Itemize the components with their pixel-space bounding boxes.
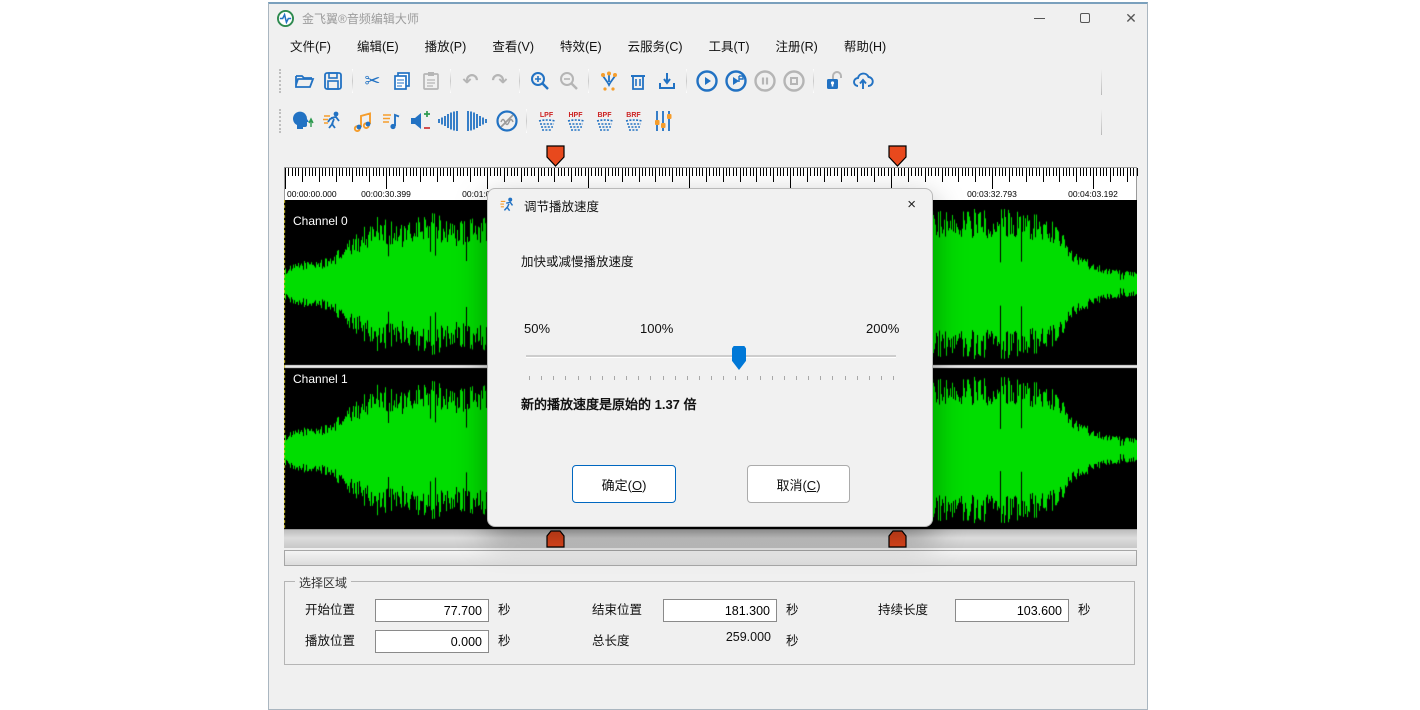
cancel-button[interactable]: 取消(C): [747, 465, 850, 503]
speed-slider-thumb[interactable]: [732, 346, 746, 370]
play-position-unit: 秒: [498, 630, 511, 649]
cloud-upload-icon[interactable]: [849, 68, 876, 95]
noise-reduction-icon[interactable]: [493, 108, 520, 135]
stop-icon[interactable]: [780, 68, 807, 95]
menu-item-0[interactable]: 文件(F): [277, 33, 344, 58]
band-pass-filter-icon[interactable]: BPF: [591, 108, 618, 135]
maximize-button[interactable]: [1077, 10, 1093, 26]
channel-1-label: Channel 1: [293, 372, 348, 386]
channel-0-label: Channel 0: [293, 214, 348, 228]
timeline-label: 00:03:32.793: [967, 189, 1017, 199]
paste-icon[interactable]: [417, 68, 444, 95]
marker-band: [284, 529, 1137, 548]
toolbar-main: ✂ ↶ ↷: [279, 62, 877, 100]
end-position-unit: 秒: [786, 599, 799, 618]
dialog-close-icon[interactable]: ×: [907, 196, 916, 213]
fade-out-icon[interactable]: [464, 108, 491, 135]
menu-item-8[interactable]: 帮助(H): [831, 33, 899, 58]
toolbar-grip: [279, 109, 283, 133]
menu-item-7[interactable]: 注册(R): [762, 33, 830, 58]
menu-bar: 文件(F)编辑(E)播放(P)查看(V)特效(E)云服务(C)工具(T)注册(R…: [277, 34, 899, 56]
total-length-label: 总长度: [592, 630, 630, 649]
fade-in-icon[interactable]: [435, 108, 462, 135]
app-logo-icon: [277, 10, 294, 27]
slider-mid-label: 100%: [640, 321, 673, 336]
timeline-label: 00:04:03.192: [1068, 189, 1118, 199]
band-reject-filter-icon[interactable]: BRF: [620, 108, 647, 135]
pause-icon[interactable]: [751, 68, 778, 95]
selection-start-marker-bottom[interactable]: [546, 530, 565, 548]
dialog-result-text: 新的播放速度是原始的 1.37 倍: [521, 394, 697, 413]
start-position-input[interactable]: [375, 599, 489, 622]
high-pass-filter-icon[interactable]: HPF: [562, 108, 589, 135]
play-position-input[interactable]: [375, 630, 489, 653]
insert-icon[interactable]: [653, 68, 680, 95]
duration-input[interactable]: [955, 599, 1069, 622]
dialog-title: 调节播放速度: [524, 196, 599, 215]
copy-icon[interactable]: [388, 68, 415, 95]
end-position-label: 结束位置: [592, 599, 642, 618]
slider-max-label: 200%: [866, 321, 899, 336]
menu-item-1[interactable]: 编辑(E): [344, 33, 412, 58]
mix-icon[interactable]: [595, 68, 622, 95]
desktop: 金飞翼®音频编辑大师 ✕ 文件(F)编辑(E)播放(P)查看(V)特效(E)云服…: [0, 0, 1420, 710]
lock-icon[interactable]: [820, 68, 847, 95]
window-title: 金飞翼®音频编辑大师: [302, 10, 419, 27]
save-file-icon[interactable]: [319, 68, 346, 95]
low-pass-filter-icon[interactable]: LPF: [533, 108, 560, 135]
minimize-button[interactable]: [1031, 10, 1047, 26]
tempo-icon[interactable]: [377, 108, 404, 135]
total-length-value: 259.000: [663, 630, 777, 644]
equalizer-icon[interactable]: [649, 108, 676, 135]
toolbar-grip: [279, 69, 283, 93]
toolbar-effects: LPF HPF BPF BRF: [279, 102, 677, 140]
speed-dialog: 调节播放速度 × 加快或减慢播放速度 50% 100% 200% 新的播放速度是…: [487, 188, 933, 527]
menu-item-5[interactable]: 云服务(C): [615, 33, 696, 58]
zoom-in-icon[interactable]: [526, 68, 553, 95]
start-position-unit: 秒: [498, 599, 511, 618]
title-bar: 金飞翼®音频编辑大师 ✕: [269, 4, 1147, 32]
horizontal-scrollbar[interactable]: [284, 550, 1137, 566]
pitch-icon[interactable]: [348, 108, 375, 135]
menu-item-4[interactable]: 特效(E): [547, 33, 615, 58]
redo-icon[interactable]: ↷: [486, 68, 513, 95]
delete-icon[interactable]: [624, 68, 651, 95]
total-length-unit: 秒: [786, 630, 799, 649]
cut-icon[interactable]: ✂: [359, 68, 386, 95]
menu-item-3[interactable]: 查看(V): [479, 33, 547, 58]
selection-panel-title: 选择区域: [295, 574, 351, 591]
speed-icon[interactable]: [319, 108, 346, 135]
selection-end-marker-bottom[interactable]: [888, 530, 907, 548]
ok-button[interactable]: 确定(O): [572, 465, 676, 503]
selection-start-marker-top[interactable]: [546, 145, 565, 167]
timeline-label: 00:00:00.000: [287, 189, 337, 199]
play-icon[interactable]: [693, 68, 720, 95]
start-position-label: 开始位置: [305, 599, 355, 618]
menu-item-6[interactable]: 工具(T): [696, 33, 763, 58]
undo-icon[interactable]: ↶: [457, 68, 484, 95]
zoom-out-icon[interactable]: [555, 68, 582, 95]
speed-runner-icon: [499, 196, 517, 214]
end-position-input[interactable]: [663, 599, 777, 622]
dialog-description: 加快或减慢播放速度: [521, 251, 634, 270]
open-file-icon[interactable]: [290, 68, 317, 95]
menu-item-2[interactable]: 播放(P): [412, 33, 480, 58]
voice-icon[interactable]: [290, 108, 317, 135]
speed-slider-track[interactable]: [526, 355, 896, 358]
selection-panel: 选择区域 开始位置 秒 结束位置 秒 持续长度 秒 播放位置 秒 总长度 259…: [284, 581, 1135, 665]
dialog-title-bar: 调节播放速度 ×: [488, 189, 932, 221]
play-file-icon[interactable]: [722, 68, 749, 95]
duration-label: 持续长度: [878, 599, 928, 618]
timeline-label: 00:00:30.399: [361, 189, 411, 199]
close-button[interactable]: ✕: [1123, 10, 1139, 26]
play-position-label: 播放位置: [305, 630, 355, 649]
selection-end-marker-top[interactable]: [888, 145, 907, 167]
slider-min-label: 50%: [524, 321, 550, 336]
duration-unit: 秒: [1078, 599, 1091, 618]
volume-icon[interactable]: [406, 108, 433, 135]
